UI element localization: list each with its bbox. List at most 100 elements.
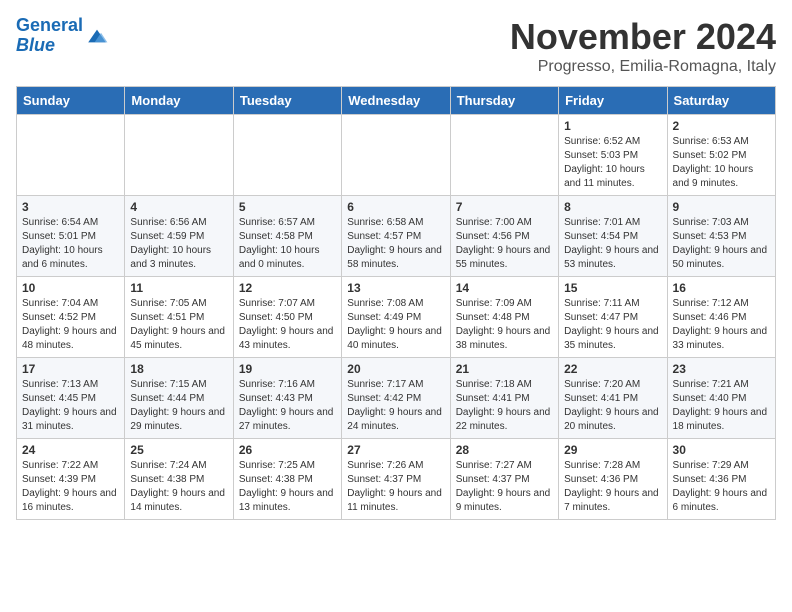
- calendar-subtitle: Progresso, Emilia-Romagna, Italy: [510, 58, 776, 76]
- calendar-cell: 4 Sunrise: 6:56 AM Sunset: 4:59 PM Daylig…: [125, 196, 233, 277]
- calendar-cell: 10 Sunrise: 7:04 AM Sunset: 4:52 PM Dayli…: [17, 277, 125, 358]
- day-number: 15: [564, 281, 661, 295]
- day-info: Sunrise: 7:13 AM Sunset: 4:45 PM Dayligh…: [22, 378, 119, 434]
- day-number: 13: [347, 281, 444, 295]
- day-number: 11: [130, 281, 227, 295]
- calendar-table: SundayMondayTuesdayWednesdayThursdayFrid…: [16, 86, 776, 520]
- calendar-cell: 2 Sunrise: 6:53 AM Sunset: 5:02 PM Daylig…: [667, 115, 775, 196]
- day-info: Sunrise: 7:08 AM Sunset: 4:49 PM Dayligh…: [347, 297, 444, 353]
- day-number: 12: [239, 281, 336, 295]
- day-number: 29: [564, 443, 661, 457]
- day-info: Sunrise: 7:27 AM Sunset: 4:37 PM Dayligh…: [456, 459, 553, 515]
- calendar-week-3: 10 Sunrise: 7:04 AM Sunset: 4:52 PM Dayli…: [17, 277, 776, 358]
- calendar-cell: 25 Sunrise: 7:24 AM Sunset: 4:38 PM Dayli…: [125, 439, 233, 520]
- day-number: 18: [130, 362, 227, 376]
- calendar-cell: 9 Sunrise: 7:03 AM Sunset: 4:53 PM Daylig…: [667, 196, 775, 277]
- calendar-cell: 26 Sunrise: 7:25 AM Sunset: 4:38 PM Dayli…: [233, 439, 341, 520]
- day-info: Sunrise: 7:04 AM Sunset: 4:52 PM Dayligh…: [22, 297, 119, 353]
- day-info: Sunrise: 7:28 AM Sunset: 4:36 PM Dayligh…: [564, 459, 661, 515]
- day-number: 19: [239, 362, 336, 376]
- day-info: Sunrise: 6:54 AM Sunset: 5:01 PM Dayligh…: [22, 216, 119, 272]
- header-sunday: Sunday: [17, 87, 125, 115]
- day-number: 17: [22, 362, 119, 376]
- day-number: 24: [22, 443, 119, 457]
- day-info: Sunrise: 7:24 AM Sunset: 4:38 PM Dayligh…: [130, 459, 227, 515]
- calendar-cell: [233, 115, 341, 196]
- day-number: 16: [673, 281, 770, 295]
- calendar-week-4: 17 Sunrise: 7:13 AM Sunset: 4:45 PM Dayli…: [17, 358, 776, 439]
- day-info: Sunrise: 6:56 AM Sunset: 4:59 PM Dayligh…: [130, 216, 227, 272]
- day-number: 30: [673, 443, 770, 457]
- calendar-cell: 17 Sunrise: 7:13 AM Sunset: 4:45 PM Dayli…: [17, 358, 125, 439]
- calendar-cell: 12 Sunrise: 7:07 AM Sunset: 4:50 PM Dayli…: [233, 277, 341, 358]
- day-info: Sunrise: 7:21 AM Sunset: 4:40 PM Dayligh…: [673, 378, 770, 434]
- calendar-cell: 27 Sunrise: 7:26 AM Sunset: 4:37 PM Dayli…: [342, 439, 450, 520]
- calendar-cell: [450, 115, 558, 196]
- day-number: 9: [673, 200, 770, 214]
- header-tuesday: Tuesday: [233, 87, 341, 115]
- day-number: 28: [456, 443, 553, 457]
- calendar-week-2: 3 Sunrise: 6:54 AM Sunset: 5:01 PM Daylig…: [17, 196, 776, 277]
- calendar-cell: [125, 115, 233, 196]
- day-info: Sunrise: 7:25 AM Sunset: 4:38 PM Dayligh…: [239, 459, 336, 515]
- day-info: Sunrise: 7:07 AM Sunset: 4:50 PM Dayligh…: [239, 297, 336, 353]
- calendar-cell: [17, 115, 125, 196]
- calendar-week-5: 24 Sunrise: 7:22 AM Sunset: 4:39 PM Dayli…: [17, 439, 776, 520]
- day-info: Sunrise: 7:09 AM Sunset: 4:48 PM Dayligh…: [456, 297, 553, 353]
- day-number: 23: [673, 362, 770, 376]
- calendar-cell: 21Sunrise: 7:18 AM Sunset: 4:41 PM Dayli…: [450, 358, 558, 439]
- day-number: 6: [347, 200, 444, 214]
- header-wednesday: Wednesday: [342, 87, 450, 115]
- calendar-cell: 16 Sunrise: 7:12 AM Sunset: 4:46 PM Dayli…: [667, 277, 775, 358]
- day-info: Sunrise: 7:16 AM Sunset: 4:43 PM Dayligh…: [239, 378, 336, 434]
- calendar-cell: 7 Sunrise: 7:00 AM Sunset: 4:56 PM Daylig…: [450, 196, 558, 277]
- calendar-body: 1Sunrise: 6:52 AM Sunset: 5:03 PM Daylig…: [17, 115, 776, 520]
- calendar-cell: 22 Sunrise: 7:20 AM Sunset: 4:41 PM Dayli…: [559, 358, 667, 439]
- day-info: Sunrise: 6:58 AM Sunset: 4:57 PM Dayligh…: [347, 216, 444, 272]
- calendar-cell: 18 Sunrise: 7:15 AM Sunset: 4:44 PM Dayli…: [125, 358, 233, 439]
- page-header: GeneralBlue November 2024 Progresso, Emi…: [16, 16, 776, 78]
- day-number: 10: [22, 281, 119, 295]
- title-section: November 2024 Progresso, Emilia-Romagna,…: [510, 16, 776, 76]
- day-info: Sunrise: 7:03 AM Sunset: 4:53 PM Dayligh…: [673, 216, 770, 272]
- header-friday: Friday: [559, 87, 667, 115]
- day-number: 27: [347, 443, 444, 457]
- calendar-cell: 8 Sunrise: 7:01 AM Sunset: 4:54 PM Daylig…: [559, 196, 667, 277]
- logo: GeneralBlue: [16, 16, 109, 56]
- calendar-cell: 6 Sunrise: 6:58 AM Sunset: 4:57 PM Daylig…: [342, 196, 450, 277]
- day-info: Sunrise: 7:20 AM Sunset: 4:41 PM Dayligh…: [564, 378, 661, 434]
- day-info: Sunrise: 7:22 AM Sunset: 4:39 PM Dayligh…: [22, 459, 119, 515]
- day-info: Sunrise: 6:57 AM Sunset: 4:58 PM Dayligh…: [239, 216, 336, 272]
- day-number: 20: [347, 362, 444, 376]
- calendar-cell: 1Sunrise: 6:52 AM Sunset: 5:03 PM Daylig…: [559, 115, 667, 196]
- day-number: 5: [239, 200, 336, 214]
- day-number: 7: [456, 200, 553, 214]
- calendar-cell: 15 Sunrise: 7:11 AM Sunset: 4:47 PM Dayli…: [559, 277, 667, 358]
- day-number: 8: [564, 200, 661, 214]
- calendar-cell: 28 Sunrise: 7:27 AM Sunset: 4:37 PM Dayli…: [450, 439, 558, 520]
- day-number: 25: [130, 443, 227, 457]
- day-number: 4: [130, 200, 227, 214]
- calendar-cell: 24 Sunrise: 7:22 AM Sunset: 4:39 PM Dayli…: [17, 439, 125, 520]
- day-number: 22: [564, 362, 661, 376]
- calendar-cell: 11Sunrise: 7:05 AM Sunset: 4:51 PM Dayli…: [125, 277, 233, 358]
- day-info: Sunrise: 7:11 AM Sunset: 4:47 PM Dayligh…: [564, 297, 661, 353]
- day-number: 2: [673, 119, 770, 133]
- day-info: Sunrise: 7:29 AM Sunset: 4:36 PM Dayligh…: [673, 459, 770, 515]
- header-saturday: Saturday: [667, 87, 775, 115]
- day-info: Sunrise: 6:52 AM Sunset: 5:03 PM Dayligh…: [564, 135, 661, 191]
- header-monday: Monday: [125, 87, 233, 115]
- day-number: 3: [22, 200, 119, 214]
- day-info: Sunrise: 7:01 AM Sunset: 4:54 PM Dayligh…: [564, 216, 661, 272]
- day-info: Sunrise: 7:12 AM Sunset: 4:46 PM Dayligh…: [673, 297, 770, 353]
- day-number: 14: [456, 281, 553, 295]
- header-thursday: Thursday: [450, 87, 558, 115]
- day-info: Sunrise: 7:00 AM Sunset: 4:56 PM Dayligh…: [456, 216, 553, 272]
- day-info: Sunrise: 6:53 AM Sunset: 5:02 PM Dayligh…: [673, 135, 770, 191]
- day-info: Sunrise: 7:26 AM Sunset: 4:37 PM Dayligh…: [347, 459, 444, 515]
- day-number: 26: [239, 443, 336, 457]
- calendar-cell: 30 Sunrise: 7:29 AM Sunset: 4:36 PM Dayli…: [667, 439, 775, 520]
- day-info: Sunrise: 7:15 AM Sunset: 4:44 PM Dayligh…: [130, 378, 227, 434]
- calendar-cell: 29 Sunrise: 7:28 AM Sunset: 4:36 PM Dayli…: [559, 439, 667, 520]
- day-info: Sunrise: 7:17 AM Sunset: 4:42 PM Dayligh…: [347, 378, 444, 434]
